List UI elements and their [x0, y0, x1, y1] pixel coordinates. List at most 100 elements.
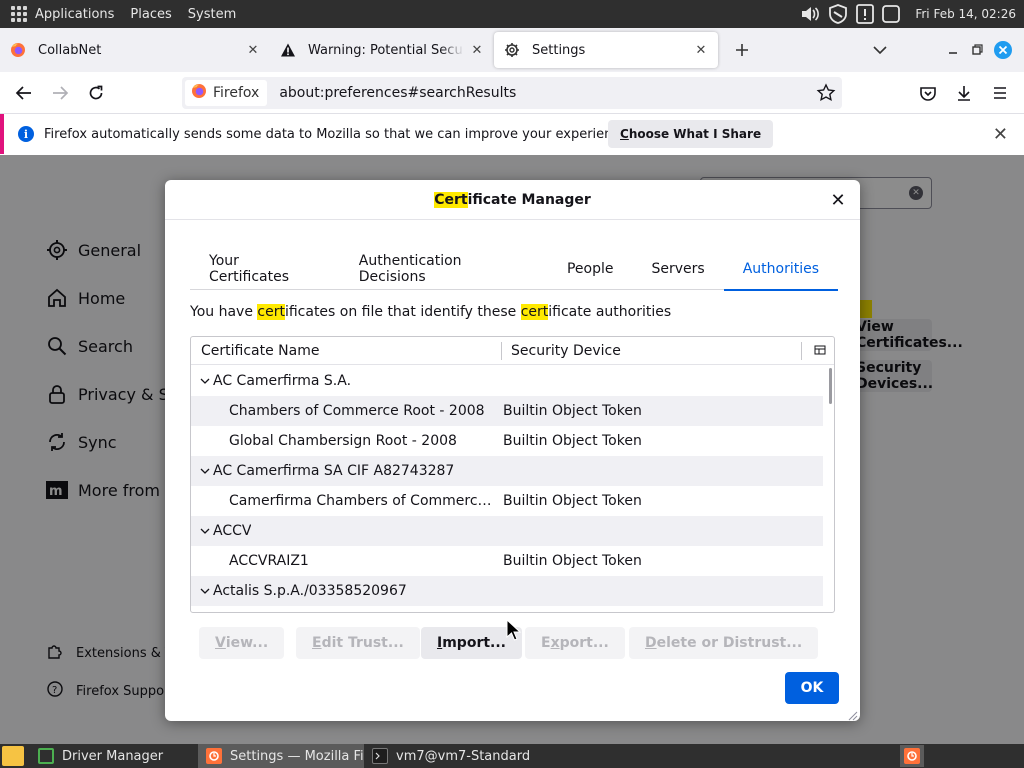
close-tab-icon[interactable]: ✕ [468, 41, 486, 59]
taskbar-item-label: vm7@vm7-Standard-PC [396, 748, 530, 764]
close-tab-icon[interactable]: ✕ [244, 41, 262, 59]
description-text: ificate authorities [548, 304, 672, 320]
description-highlight: cert [520, 304, 549, 320]
button-label: hoose What I Share [628, 127, 762, 141]
menu-places[interactable]: Places [130, 7, 171, 22]
close-tab-icon[interactable]: ✕ [692, 41, 710, 59]
delete-or-distrust-button[interactable]: Delete or Distrust... [629, 627, 819, 659]
identity-label: Firefox [213, 85, 260, 101]
url-input[interactable]: about:preferences#searchResults [279, 85, 516, 101]
bookmark-star-icon[interactable] [816, 83, 836, 107]
dialog-tabs: Your Certificates Authentication Decisio… [190, 248, 839, 291]
new-tab-button[interactable] [722, 28, 762, 72]
url-bar[interactable]: Firefox about:preferences#searchResults [182, 77, 842, 109]
certificate-name: Global Chambersign Root - 2008 [229, 433, 457, 449]
column-security-device[interactable]: Security Device [511, 343, 621, 359]
tree-body: AC Camerfirma S.A. Chambers of Commerce … [191, 366, 823, 612]
security-device: Builtin Object Token [503, 553, 642, 569]
clock[interactable]: Fri Feb 14, 02:26 [915, 7, 1016, 21]
security-device: Builtin Object Token [503, 493, 642, 509]
close-dialog-icon[interactable]: ✕ [828, 190, 848, 211]
downloads-icon[interactable] [950, 80, 978, 106]
tree-row-certificate[interactable]: Camerfirma Chambers of Commerce Root Bui… [191, 486, 823, 516]
firefox-icon [191, 83, 207, 103]
tab-your-certificates[interactable]: Your Certificates [190, 248, 340, 290]
show-desktop-icon[interactable] [2, 746, 24, 766]
button-label: dit Trust... [321, 635, 404, 651]
authorities-description: You have certificates on file that ident… [190, 304, 671, 320]
column-separator[interactable] [801, 342, 802, 360]
view-button[interactable]: View... [199, 627, 285, 659]
certificate-name: Chambers of Commerce Root - 2008 [229, 403, 485, 419]
taskbar-item-driver-manager[interactable]: Driver Manager [30, 744, 196, 768]
tab-label: Warning: Potential Security Risk Ahead [308, 42, 464, 58]
top-panel: Applications Places System Fri Feb 14, 0… [0, 0, 1024, 28]
tab-authentication-decisions[interactable]: Authentication Decisions [340, 248, 548, 290]
chevron-down-icon[interactable] [199, 525, 211, 537]
clock-app-icon [904, 748, 920, 764]
driver-manager-icon [38, 748, 54, 764]
tab-people[interactable]: People [548, 248, 633, 290]
volume-icon[interactable] [799, 4, 821, 24]
identity-box[interactable]: Firefox [185, 80, 268, 106]
tree-row-certificate[interactable]: Global Chambersign Root - 2008 Builtin O… [191, 426, 823, 456]
tree-row-group[interactable]: Actalis S.p.A./03358520967 [191, 576, 823, 606]
taskbar-item-terminal[interactable]: vm7@vm7-Standard-PC [364, 744, 530, 768]
tree-row-certificate[interactable]: Chambers of Commerce Root - 2008 Builtin… [191, 396, 823, 426]
edit-trust-button[interactable]: Edit Trust... [296, 627, 420, 659]
access-key: C [620, 127, 629, 141]
firefox-icon [206, 748, 222, 764]
app-menu-icon[interactable] [986, 80, 1014, 106]
chevron-down-icon[interactable] [199, 585, 211, 597]
dialog-title: Cert ificate Manager [165, 180, 860, 220]
tree-row-certificate[interactable]: ACCVRAIZ1 Builtin Object Token [191, 546, 823, 576]
pocket-icon[interactable] [914, 80, 942, 106]
tab-collabnet[interactable]: CollabNet ✕ [0, 28, 270, 72]
certificate-name: Camerfirma Chambers of Commerce Root [229, 493, 495, 509]
column-certificate-name[interactable]: Certificate Name [201, 343, 319, 359]
certificate-tree[interactable]: Certificate Name Security Device AC Came… [190, 336, 835, 613]
description-highlight: cert [257, 304, 285, 320]
taskbar-item-firefox[interactable]: Settings — Mozilla Firefox [198, 744, 364, 768]
certificate-name: Actalis S.p.A./03358520967 [213, 583, 407, 599]
shield-icon[interactable] [827, 3, 849, 25]
menu-system[interactable]: System [188, 7, 236, 22]
access-key: D [645, 635, 657, 651]
data-reporting-notification: i Firefox automatically sends some data … [0, 114, 1024, 154]
reload-button[interactable] [82, 80, 110, 106]
nav-bar: Firefox about:preferences#searchResults [0, 72, 1024, 114]
apps-grid-icon[interactable] [11, 6, 27, 22]
close-notification-icon[interactable]: ✕ [993, 124, 1008, 145]
close-window-button[interactable] [988, 28, 1018, 72]
tree-row-group[interactable]: ACCV [191, 516, 823, 546]
tree-row-group[interactable]: AC Camerfirma S.A. [191, 366, 823, 396]
tab-servers[interactable]: Servers [632, 248, 723, 290]
resize-grip-icon[interactable] [848, 709, 858, 721]
button-label: E [541, 635, 551, 651]
menu-applications[interactable]: Applications [35, 7, 114, 22]
taskbar-item-label: Driver Manager [62, 748, 164, 764]
list-all-tabs-button[interactable] [866, 28, 894, 72]
column-picker-icon[interactable] [814, 344, 826, 356]
security-device: Builtin Object Token [503, 433, 642, 449]
window-icon[interactable] [881, 4, 901, 24]
gear-icon [504, 42, 520, 58]
tab-authorities[interactable]: Authorities [723, 248, 839, 291]
chevron-down-icon[interactable] [199, 465, 211, 477]
info-icon: i [18, 126, 34, 142]
column-separator[interactable] [501, 342, 502, 360]
system-tray: Fri Feb 14, 02:26 [799, 0, 1016, 28]
tree-row-group[interactable]: AC Camerfirma SA CIF A82743287 [191, 456, 823, 486]
ok-button[interactable]: OK [785, 672, 839, 704]
chevron-down-icon[interactable] [199, 375, 211, 387]
export-button[interactable]: Ex port... [525, 627, 625, 659]
tab-settings[interactable]: Settings ✕ [494, 32, 718, 68]
update-notifier-icon[interactable] [855, 3, 875, 25]
choose-what-i-share-button[interactable]: Choose What I Share [608, 120, 774, 148]
forward-button[interactable] [46, 80, 74, 106]
notification-tray[interactable] [900, 745, 924, 767]
tab-security-warning[interactable]: Warning: Potential Security Risk Ahead ✕ [270, 28, 494, 72]
button-label: iew... [225, 635, 269, 651]
back-button[interactable] [10, 80, 38, 106]
tree-scrollbar[interactable] [829, 368, 832, 404]
